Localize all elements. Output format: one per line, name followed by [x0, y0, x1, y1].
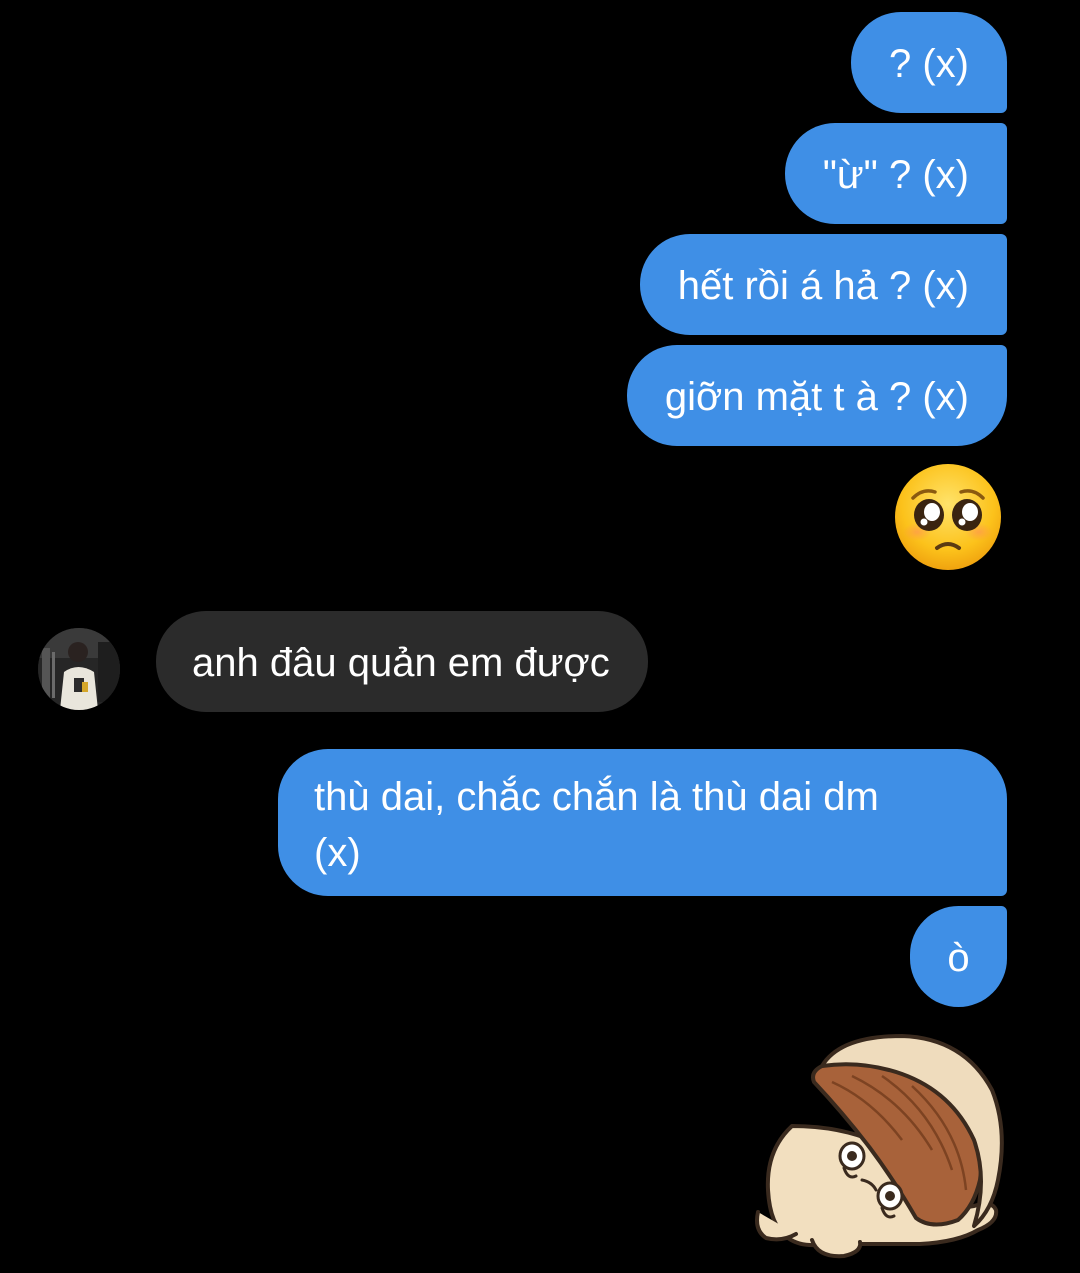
message-text: hết rồi á hả ? (x) — [677, 264, 969, 308]
message-text: giỡn mặt t à ? (x) — [664, 375, 969, 419]
message-text: ? (x) — [889, 42, 969, 86]
pleading-face-emoji-icon[interactable] — [893, 462, 1003, 572]
message-text: ò — [947, 936, 970, 980]
message-text: "ừ" ? (x) — [822, 153, 969, 197]
outgoing-message-bubble[interactable]: ? (x) — [851, 12, 1007, 113]
outgoing-message-bubble[interactable]: thù dai, chắc chắn là thù dai dm (x) — [278, 749, 1007, 896]
message-text: anh đâu quản em được — [192, 641, 610, 685]
incoming-message-bubble[interactable]: anh đâu quản em được — [156, 611, 648, 712]
outgoing-message-bubble[interactable]: "ừ" ? (x) — [784, 123, 1007, 224]
message-text-line: (x) — [314, 831, 361, 875]
contact-avatar[interactable] — [38, 628, 120, 710]
outgoing-message-bubble[interactable]: giỡn mặt t à ? (x) — [626, 345, 1007, 446]
outgoing-message-bubble[interactable]: hết rồi á hả ? (x) — [639, 234, 1007, 335]
message-thread[interactable]: ? (x) "ừ" ? (x) hết rồi á hả ? (x) giỡn … — [0, 0, 1080, 1268]
crying-mushroom-sticker[interactable] — [752, 1030, 1008, 1268]
message-text-line: thù dai, chắc chắn là thù dai dm — [314, 775, 879, 819]
outgoing-message-bubble[interactable]: ò — [910, 906, 1007, 1007]
profile-photo-icon — [38, 628, 120, 710]
